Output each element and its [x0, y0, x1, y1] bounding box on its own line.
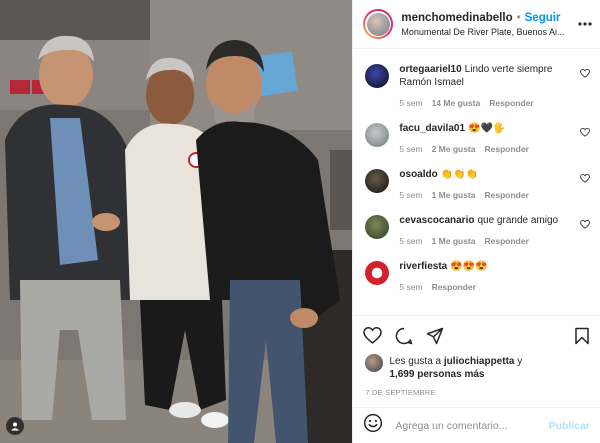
comment-username[interactable]: osoaldo: [399, 169, 437, 180]
comment-item: facu_davila01 😍🖤🖐 5 sem 2 Me gusta Respon…: [365, 122, 590, 154]
heart-icon[interactable]: [363, 327, 383, 344]
comment-likes[interactable]: 1 Me gusta: [432, 236, 476, 246]
comment-like-heart-icon[interactable]: [580, 220, 590, 229]
user-tags-badge[interactable]: [6, 417, 24, 435]
reply-button[interactable]: Responder: [485, 190, 529, 200]
comment-username[interactable]: ortegaariel10: [399, 64, 461, 75]
comment-item: riverfiesta 😍😍😍 5 sem Responder: [365, 260, 590, 292]
post-location[interactable]: Monumental De River Plate, Buenos Ai...: [401, 27, 578, 37]
reply-button[interactable]: Responder: [489, 98, 533, 108]
liker-avatar[interactable]: [365, 354, 384, 372]
comment-item: ortegaariel10 Lindo verte siempre Ramón I…: [365, 63, 590, 108]
post-photo[interactable]: [0, 0, 353, 443]
user-tag-icon: [11, 422, 19, 431]
comment-time[interactable]: 5 sem: [399, 144, 422, 154]
publish-button[interactable]: Publicar: [549, 420, 590, 432]
likes-summary: Les gusta a juliochiappetta y 1,699 pers…: [353, 354, 600, 381]
separator-dot: •: [516, 11, 521, 24]
post-header: menchomedinabello • Seguir Monumental De…: [353, 0, 600, 49]
comment-time[interactable]: 5 sem: [399, 282, 422, 292]
comment-time[interactable]: 5 sem: [399, 98, 422, 108]
comment-likes[interactable]: 1 Me gusta: [432, 190, 476, 200]
comment-likes[interactable]: 2 Me gusta: [432, 144, 476, 154]
commenter-avatar[interactable]: [365, 123, 390, 147]
commenter-avatar[interactable]: [365, 64, 390, 88]
commenter-avatar[interactable]: [365, 261, 390, 285]
reply-button[interactable]: Responder: [485, 236, 529, 246]
author-avatar[interactable]: [363, 9, 394, 39]
reply-button[interactable]: Responder: [432, 282, 476, 292]
add-comment-bar: Publicar: [353, 407, 600, 443]
comment-text: que grande amigo: [477, 215, 559, 226]
comment-text: 😍😍😍: [450, 261, 488, 272]
comment-username[interactable]: facu_davila01: [399, 123, 465, 134]
instagram-post-window: menchomedinabello • Seguir Monumental De…: [0, 0, 600, 443]
more-options-icon[interactable]: [578, 22, 592, 26]
post-side-panel: menchomedinabello • Seguir Monumental De…: [352, 0, 600, 443]
post-date[interactable]: 7 DE SEPTIEMBRE: [353, 388, 600, 397]
comment-username[interactable]: riverfiesta: [399, 261, 447, 272]
comment-likes[interactable]: 14 Me gusta: [432, 98, 481, 108]
comment-username[interactable]: cevascocanario: [399, 215, 474, 226]
comment-time[interactable]: 5 sem: [399, 190, 422, 200]
comment-input[interactable]: [393, 418, 549, 433]
bookmark-icon[interactable]: [574, 327, 590, 345]
comment-item: osoaldo 👏👏👏 5 sem 1 Me gusta Responder: [365, 168, 590, 200]
comment-time[interactable]: 5 sem: [399, 236, 422, 246]
post-actions-bar: [353, 315, 600, 355]
likes-prefix: Les gusta a: [389, 356, 442, 367]
reply-button[interactable]: Responder: [485, 144, 529, 154]
commenter-avatar[interactable]: [365, 215, 390, 239]
comment-item: cevascocanario que grande amigo 5 sem 1 M…: [365, 214, 590, 246]
author-username[interactable]: menchomedinabello: [401, 12, 512, 24]
photo-scene: [0, 0, 353, 443]
comment-icon[interactable]: [395, 327, 413, 345]
emoji-icon[interactable]: [363, 413, 383, 438]
comment-text: 👏👏👏: [440, 169, 479, 180]
commenter-avatar[interactable]: [365, 169, 390, 193]
comments-list[interactable]: ortegaariel10 Lindo verte siempre Ramón I…: [353, 49, 600, 315]
follow-button[interactable]: Seguir: [525, 12, 561, 24]
liker-username[interactable]: juliochiappetta: [444, 356, 515, 367]
comment-like-heart-icon[interactable]: [580, 174, 590, 183]
comment-like-heart-icon[interactable]: [580, 69, 590, 78]
likes-conj: y: [517, 356, 523, 367]
comment-text: 😍🖤🖐: [468, 123, 506, 134]
likes-count-link[interactable]: 1,699 personas más: [389, 369, 484, 380]
comment-like-heart-icon[interactable]: [580, 128, 590, 137]
share-icon[interactable]: [426, 327, 444, 345]
